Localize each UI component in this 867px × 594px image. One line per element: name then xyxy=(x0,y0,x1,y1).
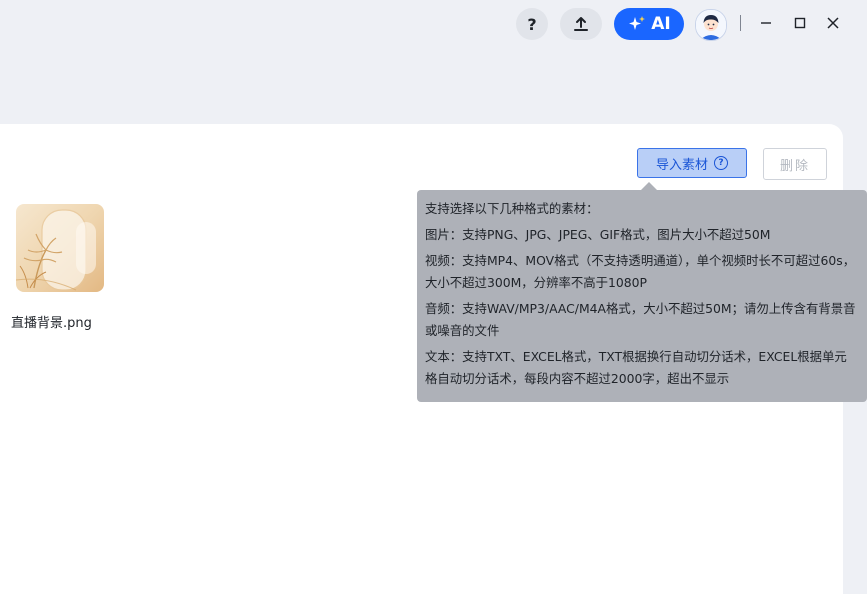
ai-button[interactable]: AI xyxy=(614,8,684,40)
format-tooltip: 支持选择以下几种格式的素材： 图片：支持PNG、JPG、JPEG、GIF格式，图… xyxy=(417,182,867,402)
question-circle-icon[interactable]: ? xyxy=(714,156,728,170)
ai-label: AI xyxy=(651,14,671,34)
tooltip-text-rule: 文本：支持TXT、EXCEL格式，TXT根据换行自动切分话术，EXCEL根据单元… xyxy=(425,349,847,386)
tooltip-audio-rule: 音频：支持WAV/MP3/AAC/M4A格式，大小不超过50M；请勿上传含有背景… xyxy=(425,301,856,338)
upload-icon xyxy=(574,17,588,31)
close-button[interactable] xyxy=(822,12,844,34)
minimize-icon xyxy=(761,22,771,24)
maximize-icon xyxy=(794,17,806,29)
avatar-icon xyxy=(696,10,726,40)
help-label: ? xyxy=(527,14,537,34)
asset-thumbnail[interactable] xyxy=(16,204,104,292)
tooltip-title: 支持选择以下几种格式的素材： xyxy=(425,201,599,216)
upload-button[interactable] xyxy=(560,8,602,40)
sparkle-icon xyxy=(629,16,646,30)
title-bar: ? AI xyxy=(0,0,867,50)
tooltip-video-rule: 视频：支持MP4、MOV格式（不支持透明通道），单个视频时长不可超过60s，大小… xyxy=(425,253,856,290)
tooltip-arrow xyxy=(641,182,657,190)
tooltip-image-rule: 图片：支持PNG、JPG、JPEG、GIF格式，图片大小不超过50M xyxy=(425,227,771,242)
maximize-button[interactable] xyxy=(789,12,811,34)
delete-button[interactable]: 删除 xyxy=(763,148,827,180)
minimize-button[interactable] xyxy=(755,12,777,34)
delete-label: 删除 xyxy=(779,158,810,174)
import-material-label: 导入素材 xyxy=(655,157,708,173)
image-thumbnail-icon xyxy=(16,204,104,292)
asset-file-name: 直播背景.png xyxy=(11,316,92,331)
user-avatar[interactable] xyxy=(695,9,727,41)
title-bar-divider xyxy=(740,15,741,31)
close-icon xyxy=(827,17,839,29)
import-material-button[interactable]: 导入素材 ? xyxy=(637,148,747,178)
help-button[interactable]: ? xyxy=(516,8,548,40)
